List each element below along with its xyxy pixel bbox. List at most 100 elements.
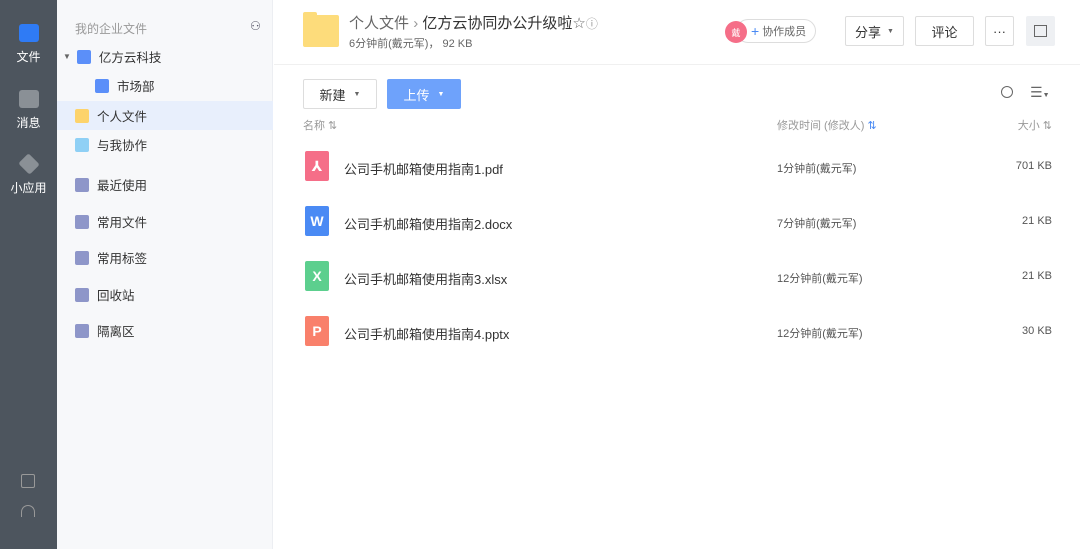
sidebar-item-company[interactable]: ▼ 亿方云科技 — [57, 42, 273, 71]
layers-icon — [17, 153, 40, 175]
rail-messages[interactable]: 消息 — [0, 90, 57, 131]
label: 大小 — [1017, 120, 1040, 132]
table-row[interactable]: W 公司手机邮箱使用指南2.docx 7分钟前(戴元军) 21 KB — [274, 194, 1080, 249]
file-name[interactable]: 公司手机邮箱使用指南2.docx — [344, 214, 512, 233]
rail-label: 文件 — [16, 50, 41, 64]
table-row[interactable]: ⅄ 公司手机邮箱使用指南1.pdf 1分钟前(戴元军) 701 KB — [274, 139, 1080, 194]
users-icon — [75, 137, 89, 152]
caret-down-icon: ▼ — [887, 27, 894, 35]
rail-files[interactable]: 文件 — [0, 24, 57, 65]
headset-icon[interactable] — [21, 505, 35, 517]
layout-toggle-button[interactable] — [1026, 16, 1055, 46]
label: 最近使用 — [97, 179, 148, 193]
pdf-file-icon: ⅄ — [305, 151, 329, 181]
excel-file-icon: X — [305, 261, 329, 291]
tag-icon — [75, 250, 89, 265]
sidebar-item-trash[interactable]: 回收站 — [57, 280, 273, 309]
column-time[interactable]: 修改时间 (修改人) ⇅ — [777, 117, 877, 133]
main-panel: 个人文件 › 亿方云协同办公升级啦☆ⓘ 6分钟前(戴元军)， 92 KB 戴 +… — [274, 0, 1080, 549]
breadcrumb: 个人文件 › 亿方云协同办公升级啦☆ⓘ — [349, 12, 598, 33]
caret-down-icon: ▼ — [437, 90, 445, 98]
clock-icon — [75, 177, 89, 192]
file-size: 21 KB — [1022, 215, 1052, 227]
label: 评论 — [931, 24, 958, 40]
file-size: 21 KB — [1022, 270, 1052, 282]
star-icon[interactable]: ☆ — [572, 15, 585, 32]
ppt-file-icon: P — [305, 316, 329, 346]
sidebar-item-tags[interactable]: 常用标签 — [57, 243, 273, 272]
label: 修改时间 (修改人) — [777, 120, 865, 132]
book-icon[interactable] — [21, 474, 35, 488]
file-time: 1分钟前(戴元军) — [777, 163, 857, 175]
rail-label: 消息 — [16, 116, 41, 130]
label: 名称 — [303, 120, 325, 132]
label: 常用文件 — [97, 216, 148, 230]
sidebar-item-quarantine[interactable]: 隔离区 — [57, 316, 273, 345]
column-name[interactable]: 名称 ⇅ — [303, 117, 337, 133]
caret-down-icon: ▼ — [353, 90, 361, 98]
page-title: 亿方云协同办公升级啦 — [422, 15, 573, 32]
plus-icon: + — [751, 23, 760, 39]
trash-icon — [75, 287, 89, 302]
label: 回收站 — [97, 289, 135, 303]
add-collaborator-button[interactable]: + 协作成员 — [736, 19, 816, 43]
share-button[interactable]: 分享 ▼ — [845, 16, 904, 46]
table-row[interactable]: P 公司手机邮箱使用指南4.pptx 12分钟前(戴元军) 30 KB — [274, 304, 1080, 359]
folder-icon — [303, 12, 339, 47]
file-size: 30 KB — [1022, 325, 1052, 337]
search-icon[interactable] — [1001, 86, 1013, 98]
file-time: 7分钟前(戴元军) — [777, 218, 857, 230]
file-name[interactable]: 公司手机邮箱使用指南3.xlsx — [344, 269, 507, 288]
app-rail: 文件 消息 小应用 — [0, 0, 57, 549]
sidebar-title: 我的企业文件 — [75, 22, 148, 36]
org-icon — [95, 78, 109, 93]
label: 隔离区 — [97, 325, 135, 339]
user-icon — [75, 108, 89, 123]
crumb-separator: › — [413, 15, 419, 32]
more-icon: ··· — [993, 23, 1006, 39]
crumb-parent[interactable]: 个人文件 — [349, 15, 409, 32]
file-name[interactable]: 公司手机邮箱使用指南4.pptx — [344, 324, 509, 343]
view-list-icon[interactable]: ☰▼ — [1030, 84, 1050, 101]
table-row[interactable]: X 公司手机邮箱使用指南3.xlsx 12分钟前(戴元军) 21 KB — [274, 249, 1080, 304]
org-chart-icon[interactable]: ⚇ — [250, 19, 264, 33]
avatar[interactable]: 戴 — [725, 21, 747, 43]
sidebar-item-personal[interactable]: 个人文件 — [57, 101, 273, 130]
message-icon — [18, 90, 39, 108]
file-meta: 6分钟前(戴元军)， 92 KB — [349, 38, 473, 50]
label: 个人文件 — [97, 110, 148, 124]
file-time: 12分钟前(戴元军) — [777, 328, 863, 340]
file-name[interactable]: 公司手机邮箱使用指南1.pdf — [344, 159, 503, 178]
upload-button[interactable]: 上传 ▼ — [387, 79, 461, 109]
sidebar-item-shared[interactable]: 与我协作 — [57, 130, 273, 159]
rail-label: 小应用 — [10, 181, 47, 195]
shield-icon — [75, 323, 89, 338]
word-file-icon: W — [305, 206, 329, 236]
header: 个人文件 › 亿方云协同办公升级啦☆ⓘ 6分钟前(戴元军)， 92 KB 戴 +… — [274, 0, 1080, 65]
file-time: 12分钟前(戴元军) — [777, 273, 863, 285]
sidebar-item-favorites[interactable]: 常用文件 — [57, 207, 273, 236]
star-icon — [75, 214, 89, 229]
label: 协作成员 — [762, 26, 807, 38]
file-size: 701 KB — [1015, 160, 1052, 172]
column-size[interactable]: 大小 ⇅ — [1018, 117, 1052, 133]
label: 分享 — [855, 24, 882, 40]
sidebar: 我的企业文件 ⚇ ▼ 亿方云科技 市场部 个人文件 与我协作 最近使用 常用文件 … — [57, 0, 273, 549]
more-button[interactable]: ··· — [985, 16, 1014, 46]
rail-apps[interactable]: 小应用 — [0, 153, 57, 196]
label: 市场部 — [117, 80, 155, 94]
label: 与我协作 — [97, 139, 148, 153]
label: 亿方云科技 — [98, 51, 162, 65]
info-icon[interactable]: ⓘ — [586, 17, 598, 31]
org-icon — [76, 49, 91, 64]
label: 新建 — [319, 87, 346, 103]
label: 常用标签 — [97, 252, 148, 266]
new-button[interactable]: 新建 ▼ — [303, 79, 377, 109]
sidebar-item-dept[interactable]: 市场部 — [57, 71, 273, 100]
label: 上传 — [403, 87, 430, 103]
caret-down-icon[interactable]: ▼ — [63, 52, 71, 61]
panel-icon — [1034, 25, 1047, 37]
comment-button[interactable]: 评论 — [915, 16, 974, 46]
sidebar-item-recent[interactable]: 最近使用 — [57, 170, 273, 199]
folder-icon — [18, 24, 39, 42]
